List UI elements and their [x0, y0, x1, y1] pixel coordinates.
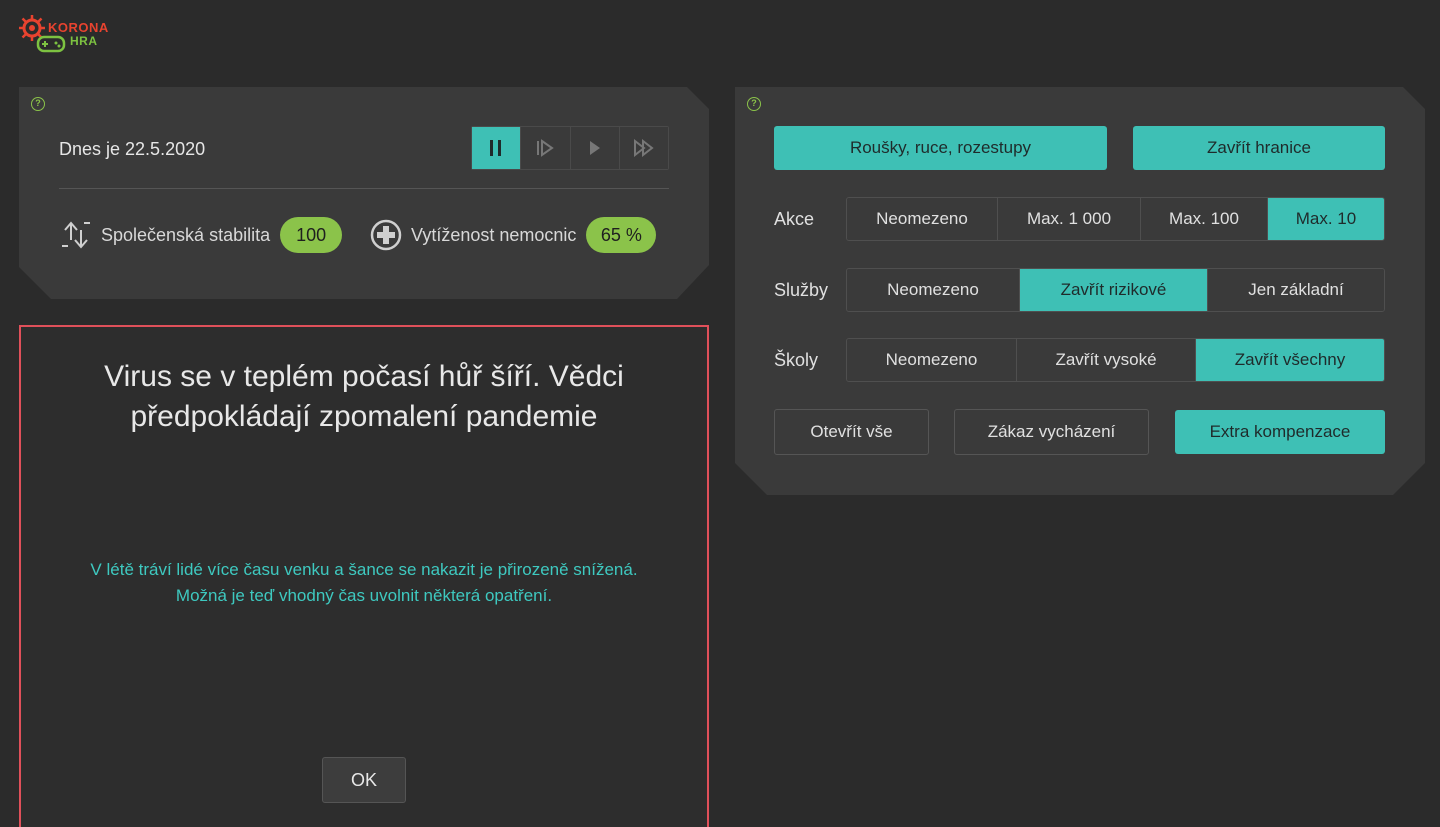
services-option-close-risky[interactable]: Zavřít rizikové	[1020, 269, 1208, 311]
open-all-button[interactable]: Otevřít vše	[774, 409, 929, 455]
extra-compensation-button[interactable]: Extra kompenzace	[1175, 410, 1385, 454]
logo-text-korona: KORONA	[48, 20, 109, 35]
stability-indicator[interactable]: Společenská stabilita 100	[59, 215, 343, 255]
step-button[interactable]	[521, 127, 571, 169]
services-option-unlimited[interactable]: Neomezeno	[847, 269, 1020, 311]
services-selector: Neomezeno Zavřít rizikové Jen základní	[846, 268, 1385, 312]
news-title: Virus se v teplém počasí hůř šíří. Vědci…	[104, 360, 624, 433]
schools-option-close-all[interactable]: Zavřít všechny	[1196, 339, 1384, 381]
play-icon	[589, 141, 600, 155]
help-icon[interactable]: ?	[747, 97, 761, 111]
app-logo[interactable]: KORONA HRA	[18, 12, 118, 56]
curfew-button[interactable]: Zákaz vycházení	[954, 409, 1149, 455]
simulation-controls	[471, 126, 669, 170]
news-body-line-2: Možná je teď vhodný čas uvolnit některá …	[175, 586, 553, 605]
pause-icon	[490, 140, 502, 156]
events-label: Akce	[774, 209, 815, 229]
events-option-max-1000[interactable]: Max. 1 000	[998, 198, 1141, 240]
services-option-essential-only[interactable]: Jen základní	[1208, 269, 1384, 311]
hospital-indicator[interactable]: Vytíženost nemocnic 65 %	[369, 215, 657, 255]
news-body-line-1: V létě tráví lidé více času venku a šanc…	[90, 560, 638, 579]
events-option-unlimited[interactable]: Neomezeno	[847, 198, 998, 240]
schools-selector: Neomezeno Zavřít vysoké Zavřít všechny	[846, 338, 1385, 382]
step-forward-icon	[537, 139, 555, 157]
ok-button[interactable]: OK	[322, 757, 406, 803]
fast-forward-icon	[633, 139, 654, 157]
gamepad-icon	[36, 35, 66, 53]
hospital-label: Vytíženost nemocnic	[411, 224, 577, 245]
masks-hands-distancing-button[interactable]: Roušky, ruce, rozestupy	[774, 126, 1107, 170]
pause-button[interactable]	[472, 127, 522, 169]
hospital-cross-icon	[370, 219, 402, 251]
schools-label: Školy	[774, 350, 819, 370]
services-label: Služby	[774, 280, 829, 300]
schools-option-close-universities[interactable]: Zavřít vysoké	[1017, 339, 1196, 381]
news-dialog: Virus se v teplém počasí hůř šíří. Vědci…	[19, 325, 709, 827]
events-option-max-100[interactable]: Max. 100	[1141, 198, 1268, 240]
divider	[59, 188, 669, 189]
news-body: V létě tráví lidé více času venku a šanc…	[41, 557, 687, 609]
fast-forward-button[interactable]	[619, 127, 668, 169]
status-panel: ? Dnes je 22.5.2020 Společenská stabilit…	[19, 87, 709, 299]
play-button[interactable]	[570, 127, 620, 169]
events-option-max-10[interactable]: Max. 10	[1268, 198, 1384, 240]
hospital-value: 65 %	[586, 217, 657, 253]
stability-value: 100	[280, 217, 343, 253]
stability-arrows-icon	[62, 221, 90, 249]
events-selector: Neomezeno Max. 1 000 Max. 100 Max. 10	[846, 197, 1385, 241]
stability-label: Společenská stabilita	[101, 224, 271, 245]
help-icon[interactable]: ?	[31, 97, 45, 111]
current-date: Dnes je 22.5.2020	[59, 139, 206, 159]
close-borders-button[interactable]: Zavřít hranice	[1133, 126, 1385, 170]
measures-panel: ? Roušky, ruce, rozestupy Zavřít hranice…	[735, 87, 1425, 495]
logo-text-hra: HRA	[70, 34, 98, 48]
schools-option-unlimited[interactable]: Neomezeno	[847, 339, 1017, 381]
